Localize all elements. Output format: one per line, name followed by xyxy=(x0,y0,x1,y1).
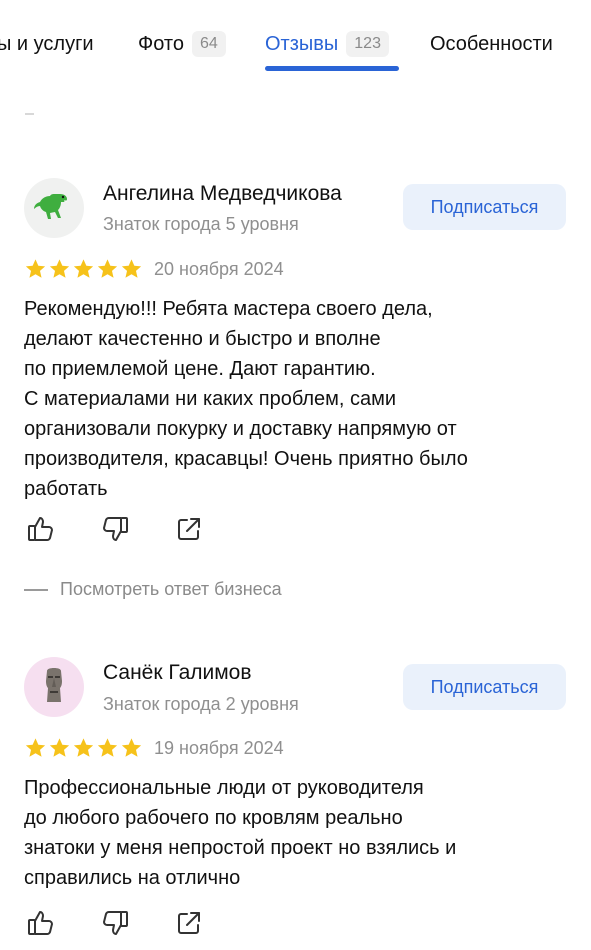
tab-photo[interactable]: Фото 64 xyxy=(138,30,226,58)
share-icon xyxy=(178,912,200,934)
review-text-line: Профессиональные люди от руководителя xyxy=(24,777,424,799)
avatar[interactable] xyxy=(24,657,84,717)
star-icon xyxy=(49,259,70,278)
author-level: Знаток города 2 уровня xyxy=(103,694,299,714)
star-icon xyxy=(73,259,94,278)
thumbs-up-icon xyxy=(28,911,53,935)
like-button[interactable] xyxy=(24,512,58,546)
review-text: Рекомендую!!! Ребята мастера своего дела… xyxy=(24,294,584,504)
review-text-line: производителя, красавцы! Очень приятно б… xyxy=(24,448,468,470)
share-button[interactable] xyxy=(172,512,206,546)
review-text-line: по приемлемой цене. Дают гарантию. xyxy=(24,358,376,380)
review-text-line: делают качестенно и быстро и вполне xyxy=(24,328,381,350)
author-name[interactable]: Ангелина Медведчикова xyxy=(103,180,342,208)
star-icon xyxy=(73,738,94,757)
tab-count-badge: 123 xyxy=(346,31,389,57)
thumbs-down-icon xyxy=(103,517,128,541)
divider-line xyxy=(24,588,48,591)
tab-label: Особенности xyxy=(430,33,553,55)
star-icon xyxy=(25,259,46,278)
subscribe-button[interactable]: Подписаться xyxy=(403,664,566,710)
thumbs-down-icon xyxy=(103,911,128,935)
tab-count-badge: 64 xyxy=(191,31,226,57)
business-reply-link[interactable]: Посмотреть ответ бизнеса xyxy=(24,579,282,600)
star-icon xyxy=(49,738,70,757)
thumbs-up-icon xyxy=(28,517,53,541)
share-icon xyxy=(178,518,200,540)
star-icon xyxy=(121,738,142,757)
divider xyxy=(25,113,34,115)
dislike-button[interactable] xyxy=(98,906,132,940)
share-button[interactable] xyxy=(172,906,206,940)
tab-features[interactable]: Особенности xyxy=(430,30,553,58)
review-text-line: знатоки у меня непростой проект но взяли… xyxy=(24,837,457,859)
tab-reviews[interactable]: Отзывы 123 xyxy=(265,30,389,58)
review-text-line: справились на отлично xyxy=(24,867,241,889)
like-button[interactable] xyxy=(24,906,58,940)
review-text-line: работать xyxy=(24,478,108,500)
tab-label: ы и услуги xyxy=(0,33,94,55)
dislike-button[interactable] xyxy=(98,512,132,546)
avatar[interactable] xyxy=(24,178,84,238)
star-icon xyxy=(97,259,118,278)
active-tab-indicator xyxy=(265,66,399,71)
review-text: Профессиональные люди от руководителя до… xyxy=(24,773,584,893)
review-actions xyxy=(24,906,206,940)
tab-bar: ы и услуги Фото 64 Отзывы 123 Особенност… xyxy=(0,0,591,90)
author-level: Знаток города 5 уровня xyxy=(103,214,299,234)
star-icon xyxy=(97,738,118,757)
review-date: 20 ноября 2024 xyxy=(154,259,284,279)
review-date: 19 ноября 2024 xyxy=(154,738,284,758)
rating-stars xyxy=(24,258,143,280)
subscribe-button[interactable]: Подписаться xyxy=(403,184,566,230)
review-actions xyxy=(24,512,206,546)
star-icon xyxy=(121,259,142,278)
review-text-line: до любого рабочего по кровлям реально xyxy=(24,807,403,829)
moai-icon xyxy=(46,668,62,702)
dinosaur-icon xyxy=(34,194,67,219)
review-text-line: С материалами ни каких проблем, сами xyxy=(24,388,397,410)
rating-stars xyxy=(24,737,143,759)
tab-services[interactable]: ы и услуги xyxy=(0,30,94,58)
review-text-line: Рекомендую!!! Ребята мастера своего дела… xyxy=(24,298,433,320)
author-name[interactable]: Санёк Галимов xyxy=(103,659,252,687)
tab-label: Отзывы xyxy=(265,33,339,55)
review-text-line: организовали покурку и доставку напрямую… xyxy=(24,418,457,440)
business-reply-label: Посмотреть ответ бизнеса xyxy=(60,579,282,599)
tab-label: Фото xyxy=(138,33,184,55)
star-icon xyxy=(25,738,46,757)
